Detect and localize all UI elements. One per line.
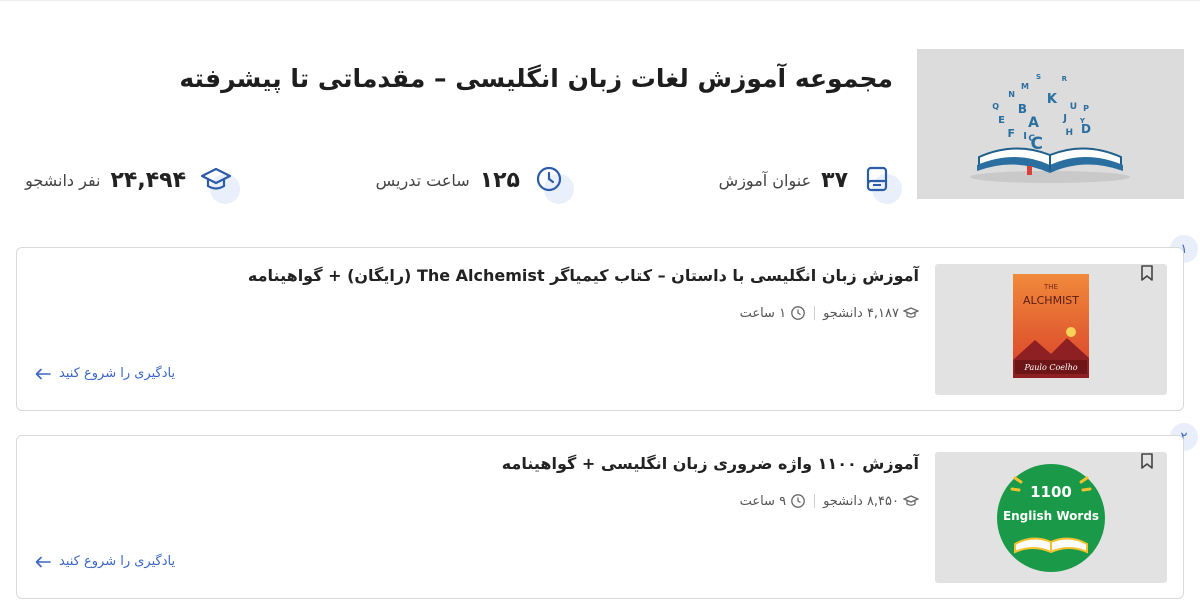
cover-letter: P [1083, 104, 1089, 113]
stat-courses-value: ۳۷ [821, 167, 848, 193]
stat-students: ۲۴,۴۹۴ نفر دانشجو [25, 160, 240, 204]
arrow-left-icon [35, 368, 51, 379]
graduation-cap-icon [903, 307, 919, 318]
open-book-letters-illustration: Q N M S R E B K U F A J P I C H D C Y [970, 73, 1130, 183]
bookmark-icon[interactable] [1139, 452, 1155, 470]
svg-text:ALCHMIST: ALCHMIST [1023, 294, 1079, 307]
page-title: مجموعه آموزش لغات زبان انگلیسی – مقدماتی… [179, 64, 893, 93]
cover-letter: E [998, 115, 1005, 126]
start-learning-link[interactable]: یادگیری را شروع کنید [35, 366, 175, 381]
svg-text:English Words: English Words [1003, 509, 1099, 523]
course-card[interactable]: 1100 English Words آموزش ۱۱۰۰ واژه ضروری… [16, 435, 1184, 599]
meta-separator [814, 306, 816, 320]
cover-letter: U [1070, 102, 1077, 112]
svg-text:THE: THE [1043, 283, 1058, 291]
course-students: ۴,۱۸۷ دانشجو [823, 306, 919, 321]
start-learning-label: یادگیری را شروع کنید [59, 366, 176, 381]
cover-letter: R [1062, 75, 1068, 83]
cover-letter: B [1018, 102, 1027, 116]
stat-hours-label: ساعت تدریس [375, 170, 470, 190]
meta-separator [814, 494, 816, 508]
course-meta: ۸,۴۵۰ دانشجو ۹ ساعت [740, 493, 919, 509]
stat-hours: ۱۲۵ ساعت تدریس [375, 160, 574, 204]
collection-cover-image: Q N M S R E B K U F A J P I C H D C Y [917, 49, 1184, 199]
course-hours: ۱ ساعت [740, 305, 807, 321]
course-hours-text: ۹ ساعت [739, 493, 787, 509]
cover-letter: F [1007, 127, 1015, 140]
course-hours-text: ۱ ساعت [739, 305, 787, 321]
cover-letter: K [1047, 92, 1058, 107]
cover-letter: S [1036, 73, 1041, 81]
stat-courses: ۳۷ عنوان آموزش [718, 160, 902, 204]
svg-text:1100: 1100 [1030, 483, 1072, 501]
start-learning-link[interactable]: یادگیری را شروع کنید [35, 554, 175, 569]
cover-letter: Y [1079, 117, 1086, 125]
course-title[interactable]: آموزش ۱۱۰۰ واژه ضروری زبان انگلیسی + گوا… [502, 454, 919, 473]
cover-letter: N [1008, 90, 1015, 99]
stat-students-value: ۲۴,۴۹۴ [110, 167, 187, 193]
book-icon [858, 160, 902, 204]
course-thumbnail[interactable]: THE ALCHMIST Paulo Coelho [935, 264, 1167, 395]
top-divider [0, 0, 1200, 1]
clock-icon [791, 306, 805, 320]
svg-text:Paulo Coelho: Paulo Coelho [1023, 363, 1077, 372]
start-learning-label: یادگیری را شروع کنید [59, 554, 176, 569]
cover-letter: H [1065, 128, 1073, 138]
course-hours: ۹ ساعت [740, 493, 807, 509]
graduation-cap-icon [903, 495, 919, 506]
cover-letter: C [1028, 134, 1035, 144]
stat-hours-value: ۱۲۵ [479, 167, 520, 193]
course-students-text: ۴,۱۸۷ دانشجو [823, 305, 899, 321]
cover-letter: I [1023, 131, 1027, 142]
stat-students-label: نفر دانشجو [25, 170, 101, 190]
cover-letter: A [1028, 115, 1039, 131]
course-students-text: ۸,۴۵۰ دانشجو [823, 493, 899, 509]
course-card[interactable]: THE ALCHMIST Paulo Coelho آموزش زبان انگ… [16, 247, 1184, 411]
clock-icon [791, 494, 805, 508]
course-meta: ۴,۱۸۷ دانشجو ۱ ساعت [740, 305, 919, 321]
graduation-cap-icon [196, 160, 240, 204]
cover-letter: J [1062, 113, 1067, 124]
bookmark-icon[interactable] [1139, 264, 1155, 282]
english-words-cover: 1100 English Words [997, 464, 1105, 572]
alchemist-book-cover: THE ALCHMIST Paulo Coelho [1013, 274, 1089, 378]
course-students: ۸,۴۵۰ دانشجو [823, 494, 919, 509]
clock-icon [530, 160, 574, 204]
course-title[interactable]: آموزش زبان انگلیسی با داستان – کتاب کیمی… [248, 266, 919, 285]
stat-courses-label: عنوان آموزش [718, 170, 812, 190]
cover-letter: M [1021, 82, 1029, 91]
course-thumbnail[interactable]: 1100 English Words [935, 452, 1167, 583]
arrow-left-icon [35, 556, 51, 567]
cover-letter: Q [992, 102, 999, 111]
